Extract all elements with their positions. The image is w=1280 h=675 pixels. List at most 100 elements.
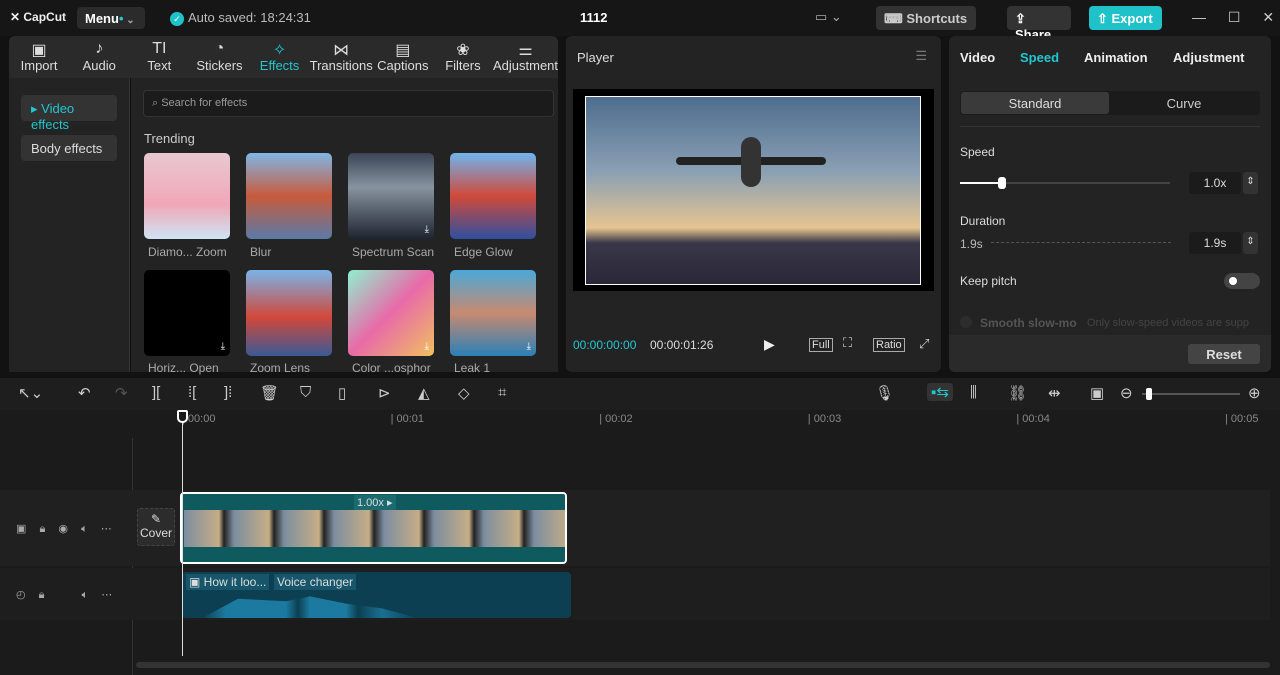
undo-icon[interactable]: ↶ [78,384,91,402]
effect-thumb-color-phosphor[interactable]: ⤓ [348,270,434,356]
ruler-tick-label: | 00:01 [390,413,425,425]
crop-icon[interactable]: ⌗ [498,384,506,401]
zoom-slider[interactable] [1142,388,1240,400]
effect-thumb-spectrum-scan[interactable]: ⤓ [348,153,434,239]
tab-filters[interactable]: ❀ Filters [433,36,493,78]
effect-thumb-zoom-lens[interactable] [246,270,332,356]
search-input[interactable]: ⌕ Search for effects [143,90,554,117]
redo-icon[interactable]: ↷ [115,384,128,402]
window-controls[interactable]: — ☐ ✕ [1192,9,1274,26]
speed-stepper-icon[interactable]: ⇕ [1243,172,1258,194]
share-button[interactable]: ⇪ Share [1007,6,1071,42]
zoom-in-icon[interactable]: ⊕ [1248,384,1261,402]
video-effects-button[interactable]: ▸ Video effects [21,95,117,132]
effect-label: Color ...osphor [352,361,431,375]
split-right-icon[interactable]: ]⁞ [224,384,232,401]
thumbnail-icon[interactable]: ▣ [1090,384,1104,402]
export-button[interactable]: ⇧ Export [1089,6,1162,30]
ruler-tick-label: | 00:04 [1016,413,1050,425]
tab-speed[interactable]: Speed [1020,50,1059,65]
marker-icon[interactable]: ⛉ [300,384,311,401]
reset-button[interactable]: Reset [1188,344,1260,364]
speed-input[interactable]: 1.0x [1189,172,1241,194]
zoom-fit-icon[interactable]: ⛶ [843,335,852,351]
tab-adjustment[interactable]: ⚌ Adjustment [493,36,558,78]
horizontal-scrollbar[interactable] [136,662,1270,668]
main-track-magnet-icon[interactable]: ▪⇆ [927,383,953,401]
effect-thumb-horiz-open[interactable]: ⤓ [144,270,230,356]
duration-stepper-icon[interactable]: ⇕ [1243,232,1258,254]
playhead[interactable] [177,410,188,656]
fullscreen-icon[interactable]: ⤢ [919,336,929,352]
video-track-icon: ▣ [16,523,27,535]
duration-input[interactable]: 1.9s [1189,232,1241,254]
split-icon[interactable]: ][ [152,384,160,401]
eye-icon[interactable]: ◉ [58,523,68,535]
close-icon[interactable]: ✕ [1262,9,1274,25]
video-frame[interactable] [585,96,921,285]
import-icon: ▣ [31,42,47,59]
body-effects-button[interactable]: Body effects [21,135,117,161]
ratio-button[interactable]: Ratio [873,338,905,352]
tab-effects[interactable]: ✧ Effects [250,36,310,78]
lock-icon[interactable]: 🔒︎ [39,589,45,601]
zoom-out-icon[interactable]: ⊖ [1120,384,1133,402]
tab-label: Import [20,58,58,73]
clip-speed-badge[interactable]: 1.00x ▸ [354,495,396,510]
download-icon: ⤓ [220,341,225,352]
mirror-icon[interactable]: ◭ [418,384,430,402]
tab-adjustment-props[interactable]: Adjustment [1173,50,1245,65]
speed-slider-handle[interactable] [998,177,1006,189]
video-canvas[interactable] [573,89,934,291]
player-title: Player [577,50,614,65]
text-icon: TI [152,40,167,57]
audio-clip[interactable]: ▣ How it loo... Voice changer [182,572,571,618]
play-button[interactable]: ▶ [764,336,775,353]
split-left-icon[interactable]: ⁞[ [188,384,196,401]
effect-thumb-blur[interactable] [246,153,332,239]
zoom-slider-handle[interactable] [1146,388,1152,400]
effect-thumb-edge-glow[interactable] [450,153,536,239]
minimize-icon[interactable]: — [1192,9,1206,25]
volume-icon[interactable]: 🔈︎ [82,589,89,601]
auto-snap-icon[interactable]: ⫼ [970,384,977,401]
video-clip[interactable]: 1.00x ▸ [180,492,567,564]
full-button[interactable]: Full [809,338,833,352]
tab-text[interactable]: TI Text [129,36,189,78]
link-icon[interactable]: ⛓ [1008,384,1027,402]
effect-thumb-diamond-zoom[interactable] [144,153,230,239]
tab-stickers[interactable]: ◔ Stickers [189,36,249,78]
keep-pitch-toggle[interactable] [1224,273,1260,289]
delete-icon[interactable]: 🗑 [260,384,279,402]
freeze-icon[interactable]: ▯ [338,384,346,402]
tab-video[interactable]: Video [960,50,995,65]
menu-button[interactable]: Menu• ⌄ [77,7,145,29]
reverse-play-icon[interactable]: ⊳ [378,384,391,402]
tab-animation[interactable]: Animation [1084,50,1148,65]
curve-mode-button[interactable]: Curve [1110,92,1258,114]
more-icon[interactable]: ⋯ [101,523,112,535]
more-icon[interactable]: ⋯ [101,589,112,601]
tab-import[interactable]: ▣ Import [9,36,69,78]
autosave-text: Auto saved: 18:24:31 [188,10,311,25]
preview-axis-icon[interactable]: ⇹ [1048,384,1061,402]
maximize-icon[interactable]: ☐ [1228,9,1241,25]
speed-slider[interactable] [960,177,1170,189]
microphone-icon[interactable]: 🎙 [875,384,894,402]
effects-icon: ✧ [272,42,287,59]
tab-captions[interactable]: ▤ Captions [373,36,433,78]
tab-audio[interactable]: ♪ Audio [69,36,129,78]
volume-icon[interactable]: 🔈︎ [81,523,88,535]
layout-icon[interactable]: ▭ ⌄ [815,9,842,25]
hamburger-icon[interactable]: ☰ [915,48,927,64]
playhead-handle[interactable] [177,410,188,423]
effect-thumb-leak-1[interactable]: ⤓ [450,270,536,356]
cover-button[interactable]: ✎ Cover [137,508,175,546]
smooth-slowmo-checkbox[interactable] [960,316,972,328]
rotate-icon[interactable]: ◇ [458,384,470,402]
select-tool-icon[interactable]: ↖⌄ [18,384,43,402]
standard-mode-button[interactable]: Standard [961,92,1109,114]
tab-transitions[interactable]: ⋈ Transitions [310,36,373,78]
lock-icon[interactable]: 🔒︎ [39,523,45,535]
shortcuts-button[interactable]: ⌨ Shortcuts [876,6,976,30]
